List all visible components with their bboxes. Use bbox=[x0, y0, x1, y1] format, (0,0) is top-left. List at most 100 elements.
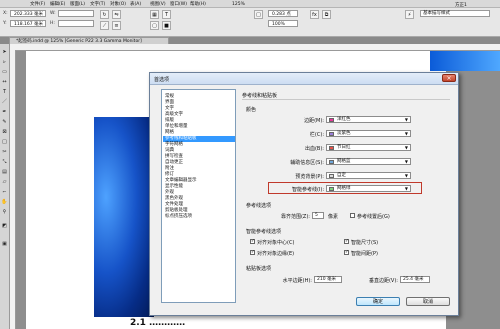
page-heading: 2.1 ………… bbox=[130, 318, 186, 328]
rotate-icon[interactable]: ↻ bbox=[100, 10, 109, 19]
page-blue-banner bbox=[430, 51, 500, 71]
zoom-level[interactable]: 125% bbox=[232, 2, 245, 7]
menu-view[interactable]: 视图(V) bbox=[150, 1, 166, 7]
align-center-label: 对齐对象中心(C) bbox=[257, 240, 295, 246]
preview-bg-label: 预览背景(P): bbox=[295, 174, 324, 180]
preferences-dialog: 首选项 × 常规 界面 文字 高级文字 排版 单位和增量 网格 参考线和粘贴板 … bbox=[149, 72, 459, 316]
snap-zone-field[interactable]: 5 bbox=[312, 212, 324, 219]
panel-title-divider bbox=[242, 99, 450, 100]
workspace-label[interactable]: 方正1 bbox=[455, 2, 467, 8]
dialog-titlebar[interactable]: 首选项 × bbox=[150, 73, 458, 85]
chevron-down-icon: ▼ bbox=[404, 131, 408, 136]
check-icon: ✓ bbox=[344, 239, 349, 244]
color-section-label: 颜色 bbox=[246, 107, 257, 113]
chevron-down-icon: ▼ bbox=[404, 145, 408, 150]
menu-file[interactable]: 文件(F) bbox=[30, 1, 45, 7]
pasteboard-options-label: 粘贴板选项 bbox=[246, 266, 272, 272]
scissors-tool-icon[interactable]: ✂ bbox=[1, 148, 8, 156]
rectangle-tool-icon[interactable]: □ bbox=[1, 138, 8, 146]
effects-icon[interactable]: fx bbox=[310, 10, 319, 19]
hand-tool-icon[interactable]: ✋ bbox=[1, 198, 8, 206]
horizontal-margin-field[interactable]: 210 毫米 bbox=[314, 276, 342, 283]
snap-zone-unit: 像素 bbox=[328, 214, 339, 220]
direct-selection-tool-icon[interactable]: ▹ bbox=[1, 58, 8, 66]
eyedropper-tool-icon[interactable]: ⌐ bbox=[1, 188, 8, 196]
frame-icon[interactable]: ▢ bbox=[150, 21, 159, 30]
grid-icon[interactable]: ▦ bbox=[150, 10, 159, 19]
bleed-color-dropdown[interactable]: 节日红 ▼ bbox=[326, 144, 411, 151]
dialog-title: 首选项 bbox=[154, 77, 170, 83]
transform-tool-icon[interactable]: ⤡ bbox=[1, 158, 8, 166]
menu-type[interactable]: 文字(T) bbox=[90, 1, 105, 7]
quick-apply-icon[interactable]: ⚡ bbox=[405, 10, 414, 19]
smart-guides-color-dropdown[interactable]: 网格绿 ▼ bbox=[326, 185, 411, 192]
x-field[interactable]: 202.333 毫米 bbox=[10, 10, 46, 17]
ok-button[interactable]: 确定 bbox=[356, 297, 400, 306]
horizontal-ruler bbox=[9, 44, 500, 51]
check-icon: ✓ bbox=[250, 239, 255, 244]
close-icon[interactable]: × bbox=[442, 74, 456, 82]
wrap-icon[interactable]: ⧉ bbox=[322, 10, 331, 19]
menu-table[interactable]: 表(A) bbox=[130, 1, 141, 7]
flip-icon[interactable]: ⇋ bbox=[112, 10, 121, 19]
smart-guide-options-label: 智能参考线选项 bbox=[246, 229, 282, 235]
margins-color-dropdown[interactable]: 洋红色 ▼ bbox=[326, 116, 411, 123]
smart-dimensions-label: 智能尺寸(S) bbox=[351, 240, 379, 246]
fill-icon[interactable]: ■ bbox=[162, 21, 171, 30]
shear-icon[interactable]: ⟋ bbox=[100, 21, 109, 30]
h-label: H: bbox=[50, 21, 55, 26]
menu-edit[interactable]: 编辑(E) bbox=[50, 1, 65, 7]
bleed-color-swatch bbox=[329, 146, 334, 150]
preview-mode-icon[interactable]: ▣ bbox=[1, 240, 8, 248]
gradient-tool-icon[interactable]: ▤ bbox=[1, 168, 8, 176]
slug-color-value: 网格蓝 bbox=[337, 159, 351, 164]
chevron-down-icon: ▼ bbox=[404, 186, 408, 191]
category-list: 常规 界面 文字 高级文字 排版 单位和增量 网格 参考线和粘贴板 字符网格 词… bbox=[161, 89, 236, 303]
check-icon: ✓ bbox=[250, 250, 255, 255]
vertical-margin-field[interactable]: 25.4 毫米 bbox=[400, 276, 430, 283]
stroke-swatch-icon[interactable]: □ bbox=[254, 10, 263, 19]
vertical-margin-label: 垂直边距(V): bbox=[368, 278, 398, 284]
menu-window[interactable]: 窗口(W) bbox=[170, 1, 187, 7]
menu-help[interactable]: 帮助(H) bbox=[190, 1, 206, 7]
bleed-color-label: 出血(B): bbox=[304, 146, 324, 152]
preview-bg-swatch bbox=[329, 174, 334, 178]
chevron-down-icon: ▼ bbox=[404, 117, 408, 122]
note-tool-icon[interactable]: ▱ bbox=[1, 178, 8, 186]
page-blue-image bbox=[94, 117, 154, 317]
align-icon[interactable]: ≡ bbox=[112, 21, 121, 30]
zoom-tool-icon[interactable]: ⚲ bbox=[1, 208, 8, 216]
slug-color-swatch bbox=[329, 160, 334, 164]
preview-bg-dropdown[interactable]: 自定 ▼ bbox=[326, 172, 411, 179]
pen-tool-icon[interactable]: ✒ bbox=[1, 108, 8, 116]
menu-object[interactable]: 对象(O) bbox=[110, 1, 126, 7]
selection-tool-icon[interactable]: ➤ bbox=[1, 48, 8, 56]
document-tab[interactable]: *起签码.indd @ 125% [Generic P22 3.3 Gamma … bbox=[9, 37, 169, 44]
stroke-weight-field[interactable]: 0.283 点 bbox=[268, 10, 298, 17]
cancel-button[interactable]: 取消 bbox=[406, 297, 450, 306]
margins-color-swatch bbox=[329, 118, 334, 122]
chevron-down-icon: ▼ bbox=[404, 173, 408, 178]
margins-color-label: 边距(M): bbox=[304, 118, 324, 124]
menu-layout[interactable]: 版面(L) bbox=[70, 1, 85, 7]
h-field[interactable] bbox=[58, 20, 94, 27]
y-field[interactable]: 118.167 毫米 bbox=[10, 20, 46, 27]
columns-color-value: 淡紫色 bbox=[337, 131, 351, 136]
columns-color-swatch bbox=[329, 132, 334, 136]
smart-guides-color-swatch bbox=[329, 187, 334, 191]
pencil-tool-icon[interactable]: ✎ bbox=[1, 118, 8, 126]
opacity-field[interactable]: 100% bbox=[268, 20, 298, 27]
fill-stroke-icon[interactable]: ◩ bbox=[1, 222, 8, 230]
text-frame-icon[interactable]: T bbox=[162, 10, 171, 19]
slug-color-dropdown[interactable]: 网格蓝 ▼ bbox=[326, 158, 411, 165]
gap-tool-icon[interactable]: ↔ bbox=[1, 78, 8, 86]
guides-in-back-label: 参考线置后(G) bbox=[357, 214, 390, 220]
category-item[interactable]: 标点挤压选项 bbox=[163, 214, 235, 220]
style-search-field[interactable]: 基本描写样式 bbox=[420, 10, 490, 17]
type-tool-icon[interactable]: T bbox=[1, 88, 8, 96]
columns-color-dropdown[interactable]: 淡紫色 ▼ bbox=[326, 130, 411, 137]
w-field[interactable] bbox=[58, 10, 94, 17]
rectangle-frame-tool-icon[interactable]: ⊠ bbox=[1, 128, 8, 136]
page-tool-icon[interactable]: ▭ bbox=[1, 68, 8, 76]
line-tool-icon[interactable]: ／ bbox=[1, 98, 8, 106]
